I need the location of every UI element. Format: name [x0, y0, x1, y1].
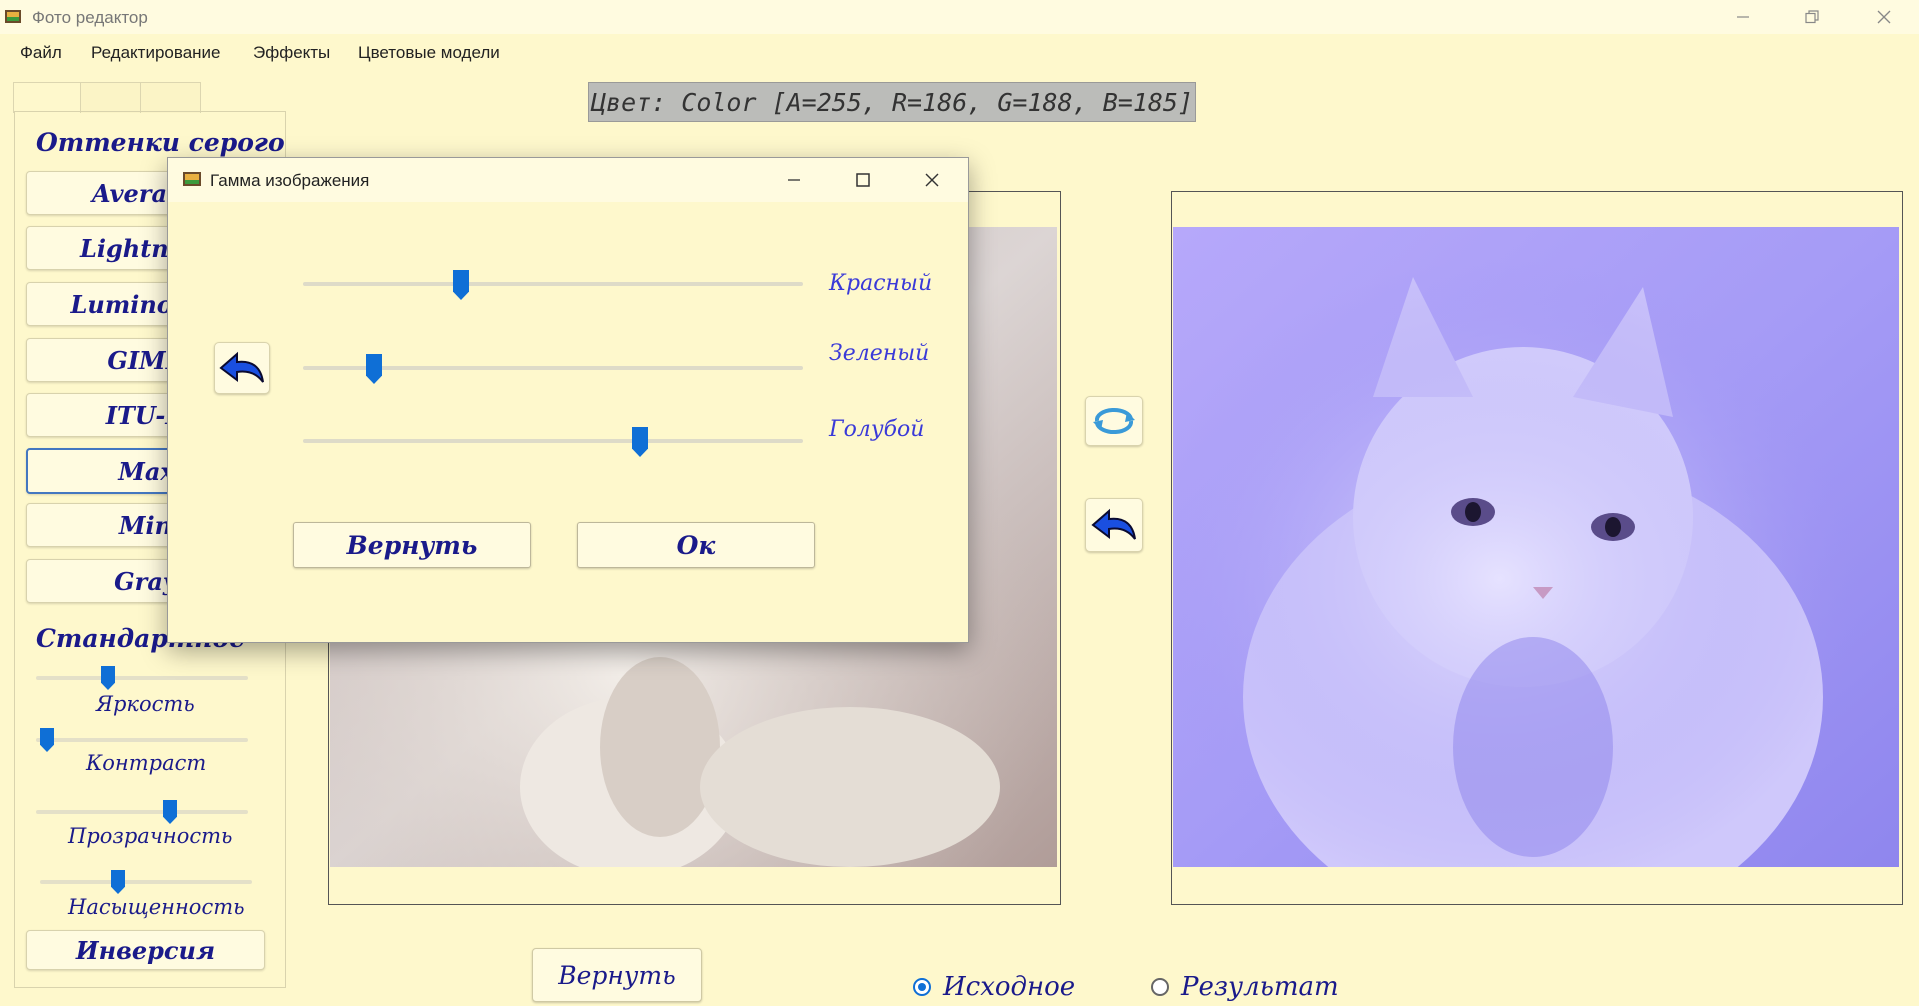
rotate-button[interactable] — [1085, 396, 1143, 446]
minimize-icon — [788, 179, 800, 181]
blue-gamma-slider[interactable] — [303, 427, 803, 457]
dialog-revert-button[interactable]: Вернуть — [293, 522, 531, 568]
rotate-icon — [1093, 407, 1135, 435]
tab-3[interactable] — [140, 82, 201, 113]
transparency-slider-thumb[interactable] — [163, 800, 177, 824]
contrast-slider-thumb[interactable] — [40, 728, 54, 752]
dialog-title: Гамма изображения — [210, 171, 370, 190]
red-gamma-slider-thumb[interactable] — [453, 270, 469, 300]
brightness-slider[interactable] — [36, 666, 248, 690]
brightness-label: Яркость — [96, 692, 195, 716]
dialog-minimize-button[interactable] — [764, 158, 824, 202]
revert-button[interactable]: Вернуть — [532, 948, 702, 1002]
menu-effects[interactable]: Эффекты — [253, 43, 330, 63]
radio-result-label: Результат — [1181, 972, 1339, 1002]
minimize-icon — [1737, 16, 1749, 18]
menu-color-models[interactable]: Цветовые модели — [358, 43, 500, 63]
tab-1[interactable] — [13, 82, 81, 113]
inversion-button[interactable]: Инверсия — [26, 930, 265, 970]
green-gamma-slider[interactable] — [303, 354, 803, 384]
radio-original[interactable]: Исходное — [913, 972, 1075, 1002]
restore-button[interactable] — [1781, 0, 1843, 34]
green-label: Зеленый — [829, 341, 930, 366]
color-readout: Цвет: Color [A=255, R=186, G=188, B=185] — [588, 82, 1196, 122]
restore-icon — [1805, 10, 1819, 24]
blue-label: Голубой — [829, 417, 925, 442]
grayscale-group-title: Оттенки серого — [36, 128, 285, 157]
brightness-slider-thumb[interactable] — [101, 666, 115, 690]
saturation-slider-thumb[interactable] — [111, 870, 125, 894]
contrast-slider[interactable] — [36, 728, 248, 752]
dialog-app-icon — [183, 172, 201, 186]
menu-edit[interactable]: Редактирование — [91, 43, 221, 63]
undo-button[interactable] — [1085, 498, 1143, 552]
radio-result-dot[interactable] — [1151, 978, 1169, 996]
app-icon — [5, 10, 21, 23]
gamma-dialog: Гамма изображения Красный Зеленый Голубо… — [167, 157, 969, 643]
minimize-button[interactable] — [1712, 0, 1774, 34]
dialog-undo-button[interactable] — [214, 342, 270, 394]
radio-result[interactable]: Результат — [1151, 972, 1339, 1002]
red-gamma-slider[interactable] — [303, 270, 803, 300]
window-titlebar: Фото редактор — [0, 0, 1919, 34]
back-arrow-icon — [1091, 508, 1136, 540]
dialog-maximize-button[interactable] — [833, 158, 893, 202]
tab-2[interactable] — [80, 82, 141, 113]
contrast-label: Контраст — [86, 751, 207, 775]
result-image-frame — [1171, 191, 1903, 905]
dialog-ok-button[interactable]: Ок — [577, 522, 815, 568]
result-image — [1173, 227, 1899, 867]
close-button[interactable] — [1853, 0, 1915, 34]
transparency-slider[interactable] — [36, 800, 248, 824]
saturation-label: Насыщенность — [68, 895, 245, 919]
green-gamma-slider-thumb[interactable] — [366, 354, 382, 384]
maximize-icon — [856, 173, 870, 187]
blue-gamma-slider-thumb[interactable] — [632, 427, 648, 457]
menu-file[interactable]: Файл — [20, 43, 62, 63]
window-title: Фото редактор — [32, 8, 148, 27]
radio-original-dot[interactable] — [913, 978, 931, 996]
close-icon — [1877, 10, 1891, 24]
radio-original-label: Исходное — [943, 972, 1076, 1002]
close-icon — [925, 173, 939, 187]
dialog-close-button[interactable] — [902, 158, 962, 202]
dialog-titlebar: Гамма изображения — [168, 158, 968, 202]
back-arrow-icon — [219, 351, 264, 383]
saturation-slider[interactable] — [40, 870, 252, 894]
transparency-label: Прозрачность — [68, 824, 233, 848]
red-label: Красный — [829, 271, 933, 296]
